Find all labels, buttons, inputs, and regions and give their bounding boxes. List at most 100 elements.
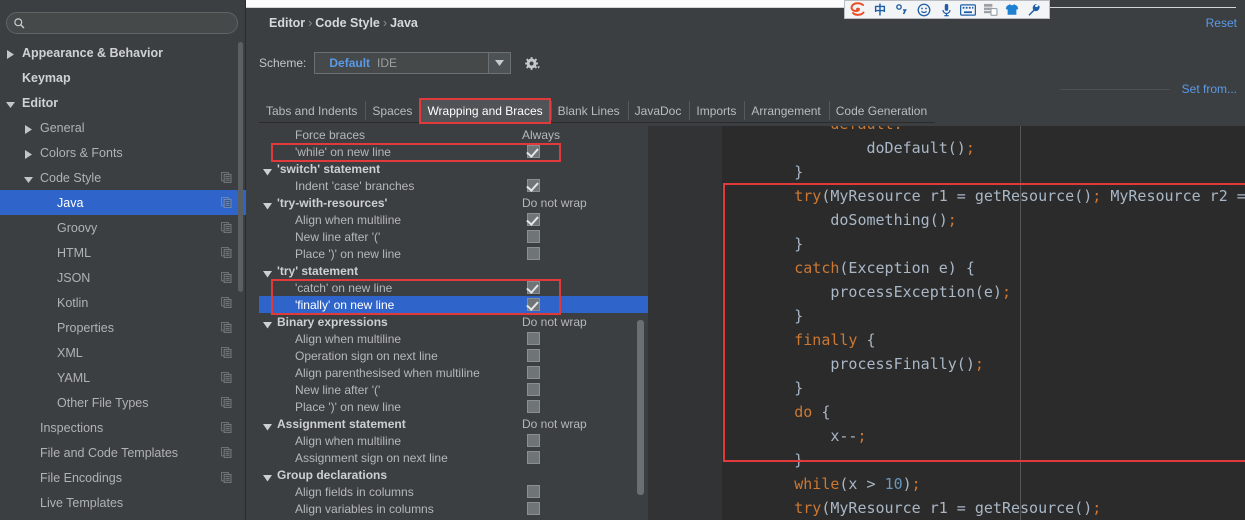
option-row-place-on-new-line[interactable]: Place ')' on new line [259,398,649,415]
option-row-switch-statement[interactable]: 'switch' statement [259,160,649,177]
copy-settings-icon[interactable] [221,372,232,384]
sidebar-item-file-and-code-templates[interactable]: File and Code Templates [0,440,246,465]
reset-link[interactable]: Reset [1206,16,1237,30]
option-row-align-when-multiline[interactable]: Align when multiline [259,432,649,449]
option-row-align-when-multiline[interactable]: Align when multiline [259,211,649,228]
tab-tabs-and-indents[interactable]: Tabs and Indents [259,99,366,122]
skin-icon[interactable] [1001,1,1023,18]
option-row-binary-expressions[interactable]: Binary expressions Do not wrap [259,313,649,330]
code-preview-panel[interactable]: default: doDefault(); } try(MyResource r… [648,126,1245,520]
copy-settings-icon[interactable] [221,172,232,184]
option-row-assignment-sign-on-next-line[interactable]: Assignment sign on next line [259,449,649,466]
option-row-align-when-multiline[interactable]: Align when multiline [259,330,649,347]
wrench-icon[interactable] [1023,1,1045,18]
copy-settings-icon[interactable] [221,297,232,309]
option-checkbox[interactable] [527,434,540,447]
set-from-link[interactable]: Set from... [1182,82,1237,96]
option-row-new-line-after[interactable]: New line after '(' [259,228,649,245]
option-value[interactable]: Always [522,128,560,142]
option-checkbox[interactable] [527,332,540,345]
option-row-align-parenthesised-when-multiline[interactable]: Align parenthesised when multiline [259,364,649,381]
sidebar-item-general[interactable]: General [0,115,246,140]
clipboard-icon[interactable] [979,1,1001,18]
copy-settings-icon[interactable] [221,272,232,284]
chinese-mode-icon[interactable]: 中 [869,1,891,18]
scheme-combobox[interactable]: Default IDE [314,52,512,74]
emoji-icon[interactable] [913,1,935,18]
tab-blank-lines[interactable]: Blank Lines [550,99,628,122]
copy-settings-icon[interactable] [221,347,232,359]
sidebar-item-yaml[interactable]: YAML [0,365,246,390]
option-checkbox[interactable] [527,298,540,311]
sidebar-item-other-file-types[interactable]: Other File Types [0,390,246,415]
sidebar-item-xml[interactable]: XML [0,340,246,365]
copy-settings-icon[interactable] [221,422,232,434]
option-row-assignment-statement[interactable]: Assignment statement Do not wrap [259,415,649,432]
microphone-icon[interactable] [935,1,957,18]
sidebar-item-code-style[interactable]: Code Style [0,165,246,190]
option-row-indent-case-branches[interactable]: Indent 'case' branches [259,177,649,194]
option-checkbox[interactable] [527,247,540,260]
option-checkbox[interactable] [527,400,540,413]
option-row-catch-on-new-line[interactable]: 'catch' on new line [259,279,649,296]
option-checkbox[interactable] [527,213,540,226]
tab-arrangement[interactable]: Arrangement [744,99,829,122]
option-row-finally-on-new-line[interactable]: 'finally' on new line [259,296,649,313]
sidebar-scrollbar-track[interactable] [238,42,243,292]
option-checkbox[interactable] [527,502,540,515]
soft-keyboard-icon[interactable] [957,1,979,18]
search-box[interactable] [6,12,238,34]
scheme-dropdown-button[interactable] [488,53,511,73]
option-row-force-braces[interactable]: Force braces Always [259,126,649,143]
search-input[interactable] [30,17,226,29]
sidebar-item-appearance-behavior[interactable]: Appearance & Behavior [0,40,246,65]
sidebar-item-inspections[interactable]: Inspections [0,415,246,440]
option-checkbox[interactable] [527,451,540,464]
option-checkbox[interactable] [527,230,540,243]
sidebar-item-colors-fonts[interactable]: Colors & Fonts [0,140,246,165]
option-row-align-fields-in-columns[interactable]: Align fields in columns [259,483,649,500]
copy-settings-icon[interactable] [221,247,232,259]
ime-floating-toolbar[interactable]: 中 [844,0,1050,19]
sidebar-item-java[interactable]: Java [0,190,246,215]
copy-settings-icon[interactable] [221,197,232,209]
option-value[interactable]: Do not wrap [522,417,587,431]
tab-spaces[interactable]: Spaces [365,99,421,122]
option-row-new-line-after[interactable]: New line after '(' [259,381,649,398]
sidebar-item-properties[interactable]: Properties [0,315,246,340]
option-checkbox[interactable] [527,485,540,498]
option-row-group-declarations[interactable]: Group declarations [259,466,649,483]
sidebar-item-file-encodings[interactable]: File Encodings [0,465,246,490]
tab-wrapping-and-braces[interactable]: Wrapping and Braces [419,98,551,124]
option-value[interactable]: Do not wrap [522,196,587,210]
chevron-right-icon[interactable] [24,148,34,159]
punctuation-icon[interactable] [891,1,913,18]
copy-settings-icon[interactable] [221,447,232,459]
sidebar-item-keymap[interactable]: Keymap [0,65,246,90]
sidebar-item-html[interactable]: HTML [0,240,246,265]
sidebar-item-kotlin[interactable]: Kotlin [0,290,246,315]
tab-javadoc[interactable]: JavaDoc [627,99,690,122]
option-row-align-variables-in-columns[interactable]: Align variables in columns [259,500,649,517]
chevron-right-icon[interactable] [24,123,34,134]
option-checkbox[interactable] [527,366,540,379]
sogou-logo-icon[interactable] [847,1,869,18]
tab-code-generation[interactable]: Code Generation [828,99,936,122]
chevron-right-icon[interactable] [6,48,16,59]
chevron-down-icon[interactable] [24,173,34,183]
option-row-place-on-new-line[interactable]: Place ')' on new line [259,245,649,262]
sidebar-item-editor[interactable]: Editor [0,90,246,115]
copy-settings-icon[interactable] [221,397,232,409]
option-row-while-on-new-line[interactable]: 'while' on new line [259,143,649,160]
option-checkbox[interactable] [527,349,540,362]
option-row-try-with-resources[interactable]: 'try-with-resources' Do not wrap [259,194,649,211]
tab-imports[interactable]: Imports [689,99,745,122]
option-checkbox[interactable] [527,179,540,192]
sidebar-item-groovy[interactable]: Groovy [0,215,246,240]
option-checkbox[interactable] [527,383,540,396]
copy-settings-icon[interactable] [221,222,232,234]
sidebar-item-live-templates[interactable]: Live Templates [0,490,246,515]
option-row-try-statement[interactable]: 'try' statement [259,262,649,279]
copy-settings-icon[interactable] [221,472,232,484]
option-checkbox[interactable] [527,145,540,158]
